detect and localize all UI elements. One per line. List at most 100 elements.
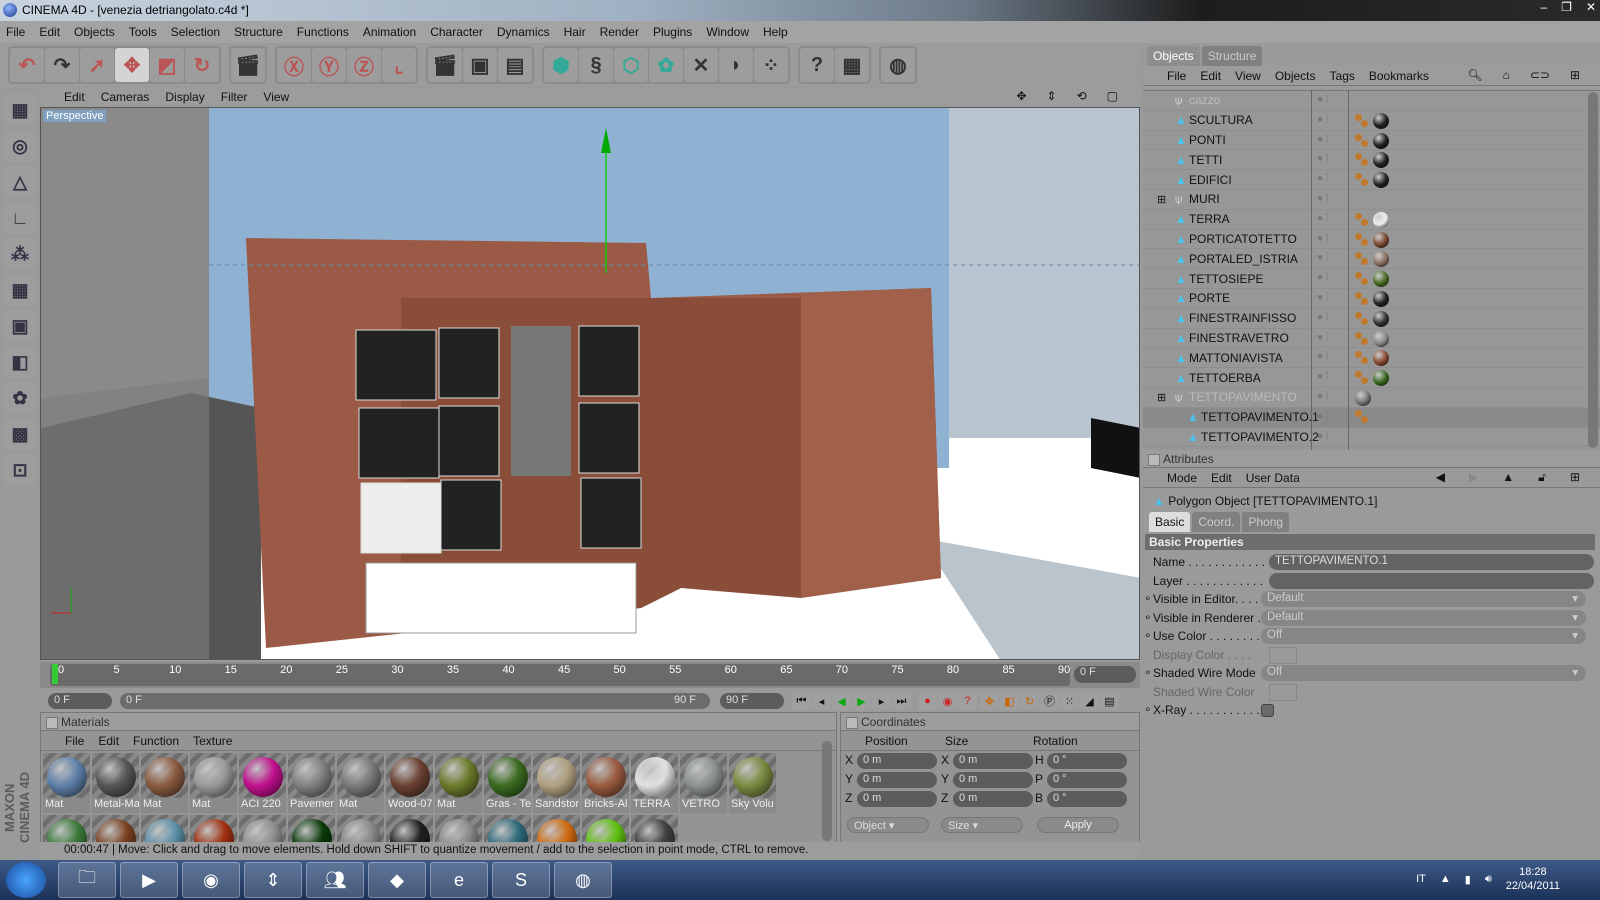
new-panel-icon[interactable]: ⊞ (1570, 68, 1580, 82)
pan-icon[interactable]: ✥ (1016, 89, 1026, 103)
material-swatch[interactable]: Mat (43, 753, 90, 813)
texture-tag-icon[interactable] (1373, 112, 1389, 129)
go-to-start-button[interactable]: ⏮ (792, 692, 811, 710)
object-row[interactable]: ▲ PORTICATOTETTO ● ⁞ (1143, 230, 1600, 250)
object-row[interactable]: ⍦ TETTOPAVIMENTO ⊞ ● ⁞ (1143, 388, 1600, 408)
menu-selection[interactable]: Selection (171, 25, 220, 43)
color-swatch[interactable] (1269, 683, 1297, 701)
search-icon[interactable]: 🔍︎ (1467, 68, 1482, 82)
range-slider[interactable]: 0 F 90 F (120, 693, 710, 709)
windows-explorer-icon[interactable]: 🗀 (58, 862, 116, 898)
live-selection-icon[interactable]: ➚ (80, 48, 114, 82)
phong-tag-icon[interactable] (1355, 173, 1369, 187)
property-dropdown[interactable]: Default ▾ (1261, 609, 1586, 626)
material-swatch[interactable]: Gras - Te (484, 753, 531, 813)
object-row[interactable]: ▲ PORTALED_ISTRIA ● ⁞ (1143, 249, 1600, 270)
animation-dot-icon[interactable]: ∘ (1144, 591, 1152, 605)
property-dropdown[interactable]: Off ▾ (1261, 628, 1586, 644)
object-row[interactable]: ▲ TETTOPAVIMENTO.2 ● ⁞ (1143, 428, 1600, 448)
coordinate-field[interactable]: 0 m (857, 772, 937, 788)
back-icon[interactable]: ◀ (1436, 470, 1445, 485)
menu-file[interactable]: File (6, 25, 25, 43)
redo-icon[interactable]: ↷ (45, 48, 79, 82)
material-swatch[interactable]: TERRA (631, 753, 678, 813)
phong-tag-icon[interactable] (1355, 232, 1369, 247)
attributes-menu-mode[interactable]: Mode (1167, 471, 1197, 487)
objects-menu-view[interactable]: View (1235, 69, 1261, 85)
playhead[interactable] (52, 664, 58, 684)
keyframe-selection-icon[interactable]: ? (958, 692, 977, 710)
objects-scrollbar[interactable] (1588, 92, 1598, 448)
spline-icon[interactable]: § (579, 48, 613, 82)
texture-tag-icon[interactable] (1355, 389, 1371, 406)
object-row[interactable]: ▲ PORTE ● ⁞ (1143, 289, 1600, 309)
xray-checkbox[interactable] (1261, 704, 1274, 717)
material-swatch[interactable]: Pavemer (288, 753, 335, 813)
material-swatch[interactable]: Mat (337, 753, 384, 813)
apply-button[interactable]: Apply (1037, 817, 1119, 833)
object-row[interactable]: ⍦ MURI ⊞ ● ⁞ (1143, 190, 1600, 210)
coordinate-mode-dropdown[interactable]: Object ▾ (847, 817, 929, 833)
material-swatch[interactable]: Sky Volu (729, 753, 776, 813)
phong-tag-icon[interactable] (1355, 409, 1369, 424)
soft-selection-mode-icon[interactable]: ⊡ (4, 454, 36, 486)
expand-icon[interactable]: ⊞ (1157, 391, 1166, 404)
network-icon[interactable]: ▮ (1465, 873, 1471, 886)
render-picture-viewer-icon[interactable]: ▣ (463, 48, 497, 82)
animation-dot-icon[interactable]: ∘ (1144, 665, 1152, 679)
property-dropdown[interactable]: Off ▾ (1261, 665, 1586, 681)
cinema4d-icon[interactable]: ◆ (368, 862, 426, 898)
visibility-dots[interactable]: ● ⁞ (1317, 351, 1329, 362)
material-swatch[interactable]: VETRO (680, 753, 727, 813)
menu-dynamics[interactable]: Dynamics (497, 25, 550, 43)
menu-structure[interactable]: Structure (234, 25, 283, 43)
viewport-menu-filter[interactable]: Filter (221, 90, 248, 107)
home-icon[interactable]: ⌂ (1503, 68, 1510, 82)
play-forward-button[interactable]: ▶ (852, 692, 871, 710)
world-axis-icon[interactable]: ⌞ (382, 48, 416, 82)
close-button[interactable]: ✕ (1586, 0, 1596, 14)
visibility-dots[interactable]: ● ⁞ (1317, 193, 1329, 204)
object-row[interactable]: ▲ EDIFICI ● ⁞ (1143, 170, 1600, 190)
coordinate-field[interactable]: 0 ° (1047, 753, 1127, 769)
coordinate-system-icon[interactable]: 🎬︎ (231, 48, 265, 82)
tab-structure[interactable]: Structure (1201, 46, 1263, 66)
visibility-dots[interactable]: ● ⁞ (1317, 391, 1329, 402)
material-swatch[interactable]: Bricks-Al (582, 753, 629, 813)
coordinate-field[interactable]: 0 m (953, 753, 1033, 769)
zoom-icon[interactable]: ⇕ (1047, 89, 1057, 103)
cube-icon[interactable]: ⬢ (544, 48, 578, 82)
viewport-menu-display[interactable]: Display (165, 90, 204, 107)
phong-tag-icon[interactable] (1355, 331, 1369, 346)
modeling-icon[interactable]: ✿ (649, 48, 683, 82)
materials-menu-edit[interactable]: Edit (98, 734, 119, 750)
object-row[interactable]: ▲ TETTOSIEPE ● ⁞ (1143, 269, 1600, 289)
language-indicator[interactable]: IT (1416, 873, 1426, 885)
visibility-dots[interactable]: ● ⁞ (1317, 252, 1329, 263)
visibility-dots[interactable]: ● ⁞ (1317, 411, 1329, 422)
layout-help-icon[interactable]: ▦ (835, 48, 869, 82)
texture-tag-icon[interactable] (1373, 211, 1389, 228)
object-row[interactable]: ▲ FINESTRAVETRO ● ⁞ (1143, 329, 1600, 349)
nurbs-icon[interactable]: ⬡ (614, 48, 648, 82)
coordinate-field[interactable]: 0 m (857, 753, 937, 769)
phong-tag-icon[interactable] (1355, 291, 1369, 306)
orbit-icon[interactable]: ⟲ (1077, 89, 1087, 103)
tray-arrow-icon[interactable]: ▲ (1440, 873, 1451, 885)
menu-hair[interactable]: Hair (564, 25, 586, 43)
phong-tag-icon[interactable] (1355, 371, 1369, 385)
material-swatch[interactable]: Mat (141, 753, 188, 813)
texture-tag-icon[interactable] (1373, 330, 1389, 347)
particle-icon[interactable]: ⁘ (754, 48, 788, 82)
menu-tools[interactable]: Tools (129, 25, 157, 43)
visibility-dots[interactable]: ● ⁞ (1317, 312, 1329, 323)
end-frame-field[interactable]: 90 F (720, 693, 784, 709)
move-icon[interactable]: ✥ (115, 48, 149, 82)
materials-menu-file[interactable]: File (65, 734, 84, 750)
property-field[interactable] (1269, 572, 1594, 589)
objects-menu-tags[interactable]: Tags (1330, 69, 1355, 85)
tab-coord[interactable]: Coord. (1192, 512, 1241, 532)
phong-tag-icon[interactable] (1355, 212, 1369, 227)
media-player-icon[interactable]: ▶ (120, 862, 178, 898)
use-points-mode-icon[interactable]: △ (4, 166, 36, 198)
